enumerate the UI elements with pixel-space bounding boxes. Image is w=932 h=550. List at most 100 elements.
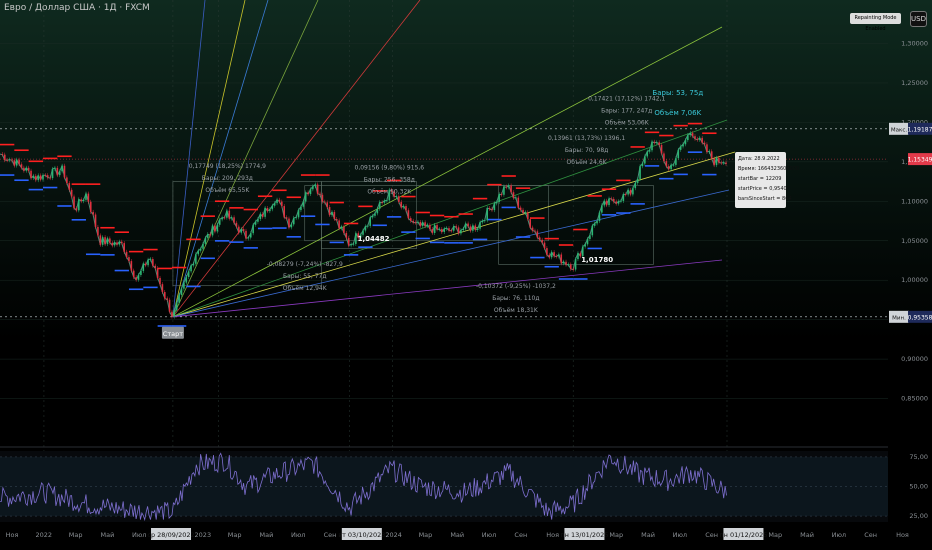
candle-body — [97, 226, 99, 236]
candle-body — [529, 219, 532, 228]
time-tick-label: пн 13/01/2025 — [560, 531, 608, 539]
fan-line — [172, 0, 269, 317]
candle-body — [87, 193, 90, 202]
candle-body — [558, 254, 560, 257]
candle-body — [374, 213, 376, 216]
candle-body — [450, 230, 453, 232]
candle-body — [149, 259, 152, 260]
candle-body — [524, 212, 527, 214]
candle-body — [300, 206, 302, 211]
candle-body — [261, 213, 264, 217]
time-tick-label: вт 03/10/2023 — [338, 531, 385, 539]
fib-stat-label: Бары: 177, 247д — [601, 107, 652, 114]
max-value: 1,19187 — [908, 126, 932, 133]
candle-body — [689, 133, 692, 136]
candle-body — [128, 257, 130, 262]
rsi-tick-label: 75,00 — [909, 453, 928, 461]
candle-body — [639, 166, 641, 179]
candle-body — [245, 230, 247, 239]
candle-body — [312, 186, 314, 190]
candle-body — [426, 224, 429, 227]
candle-body — [273, 203, 276, 206]
candle-body — [39, 175, 42, 180]
candle-body — [574, 259, 577, 270]
candle-body — [46, 175, 49, 178]
price-tick-label: 1,30000 — [901, 40, 928, 48]
candle-body — [548, 254, 551, 258]
candle-body — [276, 199, 278, 204]
fib-stat-label: Объём 50,32K — [367, 189, 412, 196]
time-tick-label: Ноя — [546, 531, 559, 539]
candle-body — [655, 142, 658, 144]
candle-body — [254, 221, 257, 225]
rsi-tick-label: 25,00 — [909, 512, 928, 520]
fan-line — [172, 259, 723, 318]
candle-body — [259, 213, 262, 220]
candle-body — [417, 221, 419, 223]
time-tick-label: Мар — [69, 531, 83, 539]
candle-body — [285, 217, 288, 219]
candle-body — [479, 222, 481, 229]
fan-line — [172, 0, 206, 317]
candle-body — [617, 201, 620, 204]
candle-body — [667, 166, 670, 170]
candle-body — [605, 200, 608, 206]
candle-body — [82, 199, 85, 202]
time-tick-label: Июл — [832, 531, 847, 539]
tooltip-start-bar: startBar = 12209 — [738, 176, 782, 182]
candle-body — [429, 224, 431, 229]
candle-body — [314, 184, 317, 187]
candle-body — [395, 196, 398, 198]
candle-body — [398, 196, 400, 202]
candle-body — [663, 153, 665, 162]
current-price-label: 1,15349 — [908, 157, 932, 164]
candle-body — [550, 252, 553, 258]
price-chart[interactable]: 0,17749 (18,25%) 1774,9 Бары: 209, 293д Об… — [0, 0, 932, 550]
time-tick-label: Мар — [609, 531, 623, 539]
candle-body — [665, 161, 668, 167]
candle-body — [130, 261, 133, 271]
swing-value-label: 1,01780 — [581, 256, 613, 264]
candle-body — [522, 209, 524, 213]
candle-body — [725, 162, 727, 164]
candle-body — [252, 224, 254, 234]
candle-body — [718, 157, 720, 163]
candle-body — [89, 201, 92, 212]
candle-body — [37, 175, 40, 181]
candle-body — [73, 196, 75, 209]
candle-body — [572, 269, 574, 270]
candle-body — [180, 288, 183, 295]
candle-body — [171, 311, 173, 317]
time-tick-label: Сен — [324, 531, 337, 539]
time-tick-label: 2023 — [195, 531, 212, 539]
candle-body — [15, 159, 18, 166]
candle-body — [409, 218, 412, 221]
time-axis[interactable]: Ноя 2022 Мар Май Июл ср 28/09/2022 2023 Мар Май И… — [0, 525, 932, 550]
candle-body — [1, 154, 4, 155]
time-tick-label: Июл — [132, 531, 147, 539]
candle-body — [104, 237, 106, 245]
candle-body — [125, 251, 128, 258]
candle-body — [527, 212, 529, 220]
candle-body — [381, 202, 383, 203]
candle-body — [51, 168, 54, 179]
candle-body — [500, 194, 503, 195]
price-axis[interactable]: 1,300001,250001,200001,150001,100001,050… — [889, 40, 932, 403]
candle-body — [32, 175, 35, 179]
candle-body — [135, 277, 137, 280]
candle-body — [369, 217, 371, 226]
time-tick-label: 2024 — [385, 531, 402, 539]
candle-body — [226, 210, 228, 218]
candle-body — [271, 205, 274, 210]
fib-stat-label: Объём 18,31K — [494, 307, 539, 314]
min-value: 0,95358 — [908, 314, 932, 321]
candle-body — [644, 156, 646, 164]
candle-body — [159, 277, 161, 285]
candle-body — [364, 226, 367, 231]
time-tick-label: Май — [100, 531, 114, 539]
candle-body — [624, 194, 627, 196]
candle-body — [175, 302, 178, 311]
fib-stat-label: Объём 65,55K — [205, 187, 250, 194]
candle-body — [584, 244, 586, 247]
candle-body — [589, 235, 591, 239]
